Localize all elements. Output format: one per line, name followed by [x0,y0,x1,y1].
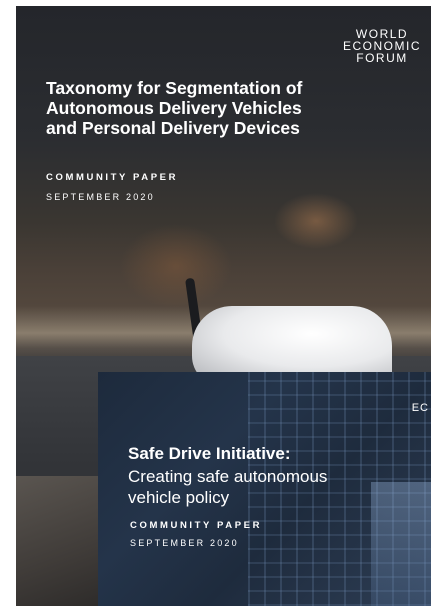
paper-date: SEPTEMBER 2020 [46,192,155,202]
paper-title: Taxonomy for Segmentation of Autonomous … [46,78,303,138]
wef-logo-fragment: EC [411,402,429,414]
glass-tower [371,482,431,606]
paper-type: COMMUNITY PAPER [46,172,179,183]
paper-date: SEPTEMBER 2020 [130,538,239,548]
paper-type: COMMUNITY PAPER [130,520,263,531]
wef-logo: WORLD ECONOMIC FORUM [343,27,421,65]
paper-subtitle: Creating safe autonomous vehicle policy [128,467,328,507]
paper-title: Safe Drive Initiative: [128,444,291,463]
safe-drive-paper-cover[interactable]: EC Safe Drive Initiative: Creating safe … [98,372,431,606]
